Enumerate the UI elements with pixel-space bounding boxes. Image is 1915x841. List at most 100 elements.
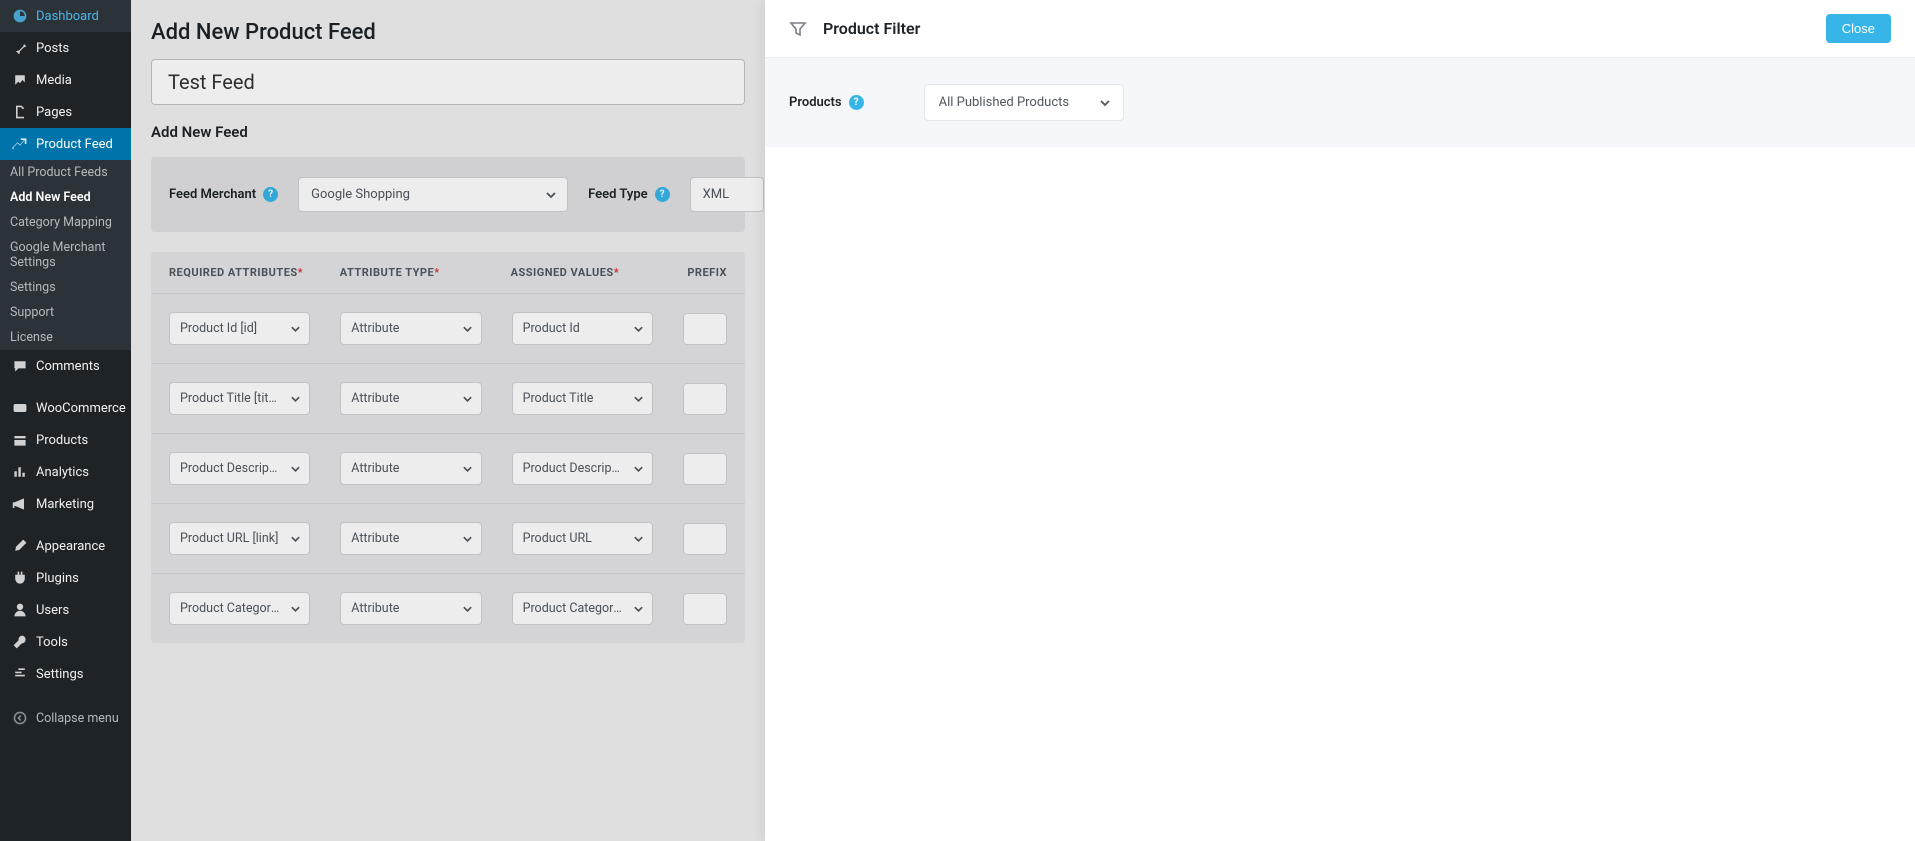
sub-item-category-mapping[interactable]: Category Mapping — [0, 210, 131, 235]
assigned-value-select[interactable]: Product Categories — [512, 592, 653, 625]
comment-icon — [10, 356, 30, 376]
prefix-input[interactable] — [683, 313, 727, 345]
prefix-input[interactable] — [683, 453, 727, 485]
trend-icon — [10, 134, 30, 154]
required-attr-select[interactable]: Product Categories [product_type] — [169, 592, 310, 625]
chevron-down-icon — [290, 463, 301, 474]
attr-type-select[interactable]: Attribute — [340, 382, 481, 415]
chevron-down-icon — [633, 393, 644, 404]
sidebar-item-comments[interactable]: Comments — [0, 350, 131, 382]
help-icon[interactable]: ? — [655, 187, 670, 202]
chevron-down-icon — [1099, 97, 1111, 109]
sidebar-label: WooCommerce — [36, 401, 126, 416]
sidebar-item-users[interactable]: Users — [0, 594, 131, 626]
sidebar-item-woocommerce[interactable]: WooCommerce — [0, 392, 131, 424]
collapse-menu-button[interactable]: Collapse menu — [0, 700, 131, 736]
sidebar-item-media[interactable]: Media — [0, 64, 131, 96]
table-row: Product URL [link] Attribute Product URL — [151, 503, 745, 573]
attributes-table: REQUIRED ATTRIBUTES* ATTRIBUTE TYPE* ASS… — [151, 252, 745, 643]
collapse-icon — [10, 708, 30, 728]
required-attr-select[interactable]: Product Id [id] — [169, 312, 310, 345]
sidebar-label: Tools — [36, 635, 68, 650]
sidebar-label: Appearance — [36, 539, 105, 554]
sidebar-label: Pages — [36, 105, 72, 120]
required-attr-select[interactable]: Product Description [description] — [169, 452, 310, 485]
required-attr-select[interactable]: Product URL [link] — [169, 522, 310, 555]
collapse-label: Collapse menu — [36, 711, 119, 726]
help-icon[interactable]: ? — [849, 95, 864, 110]
sidebar-item-marketing[interactable]: Marketing — [0, 488, 131, 520]
sidebar-label: Marketing — [36, 497, 94, 512]
marketing-icon — [10, 494, 30, 514]
prefix-input[interactable] — [683, 383, 727, 415]
sub-item-google-merchant[interactable]: Google Merchant Settings — [0, 235, 131, 275]
chevron-down-icon — [290, 533, 301, 544]
sidebar-submenu: All Product Feeds Add New Feed Category … — [0, 160, 131, 350]
sidebar-item-products[interactable]: Products — [0, 424, 131, 456]
woo-icon — [10, 398, 30, 418]
sidebar-label: Dashboard — [36, 9, 99, 24]
assigned-value-select[interactable]: Product Id — [512, 312, 653, 345]
panel-header: Product Filter Close — [765, 0, 1915, 58]
panel-body: Products ? All Published Products — [765, 58, 1915, 147]
chevron-down-icon — [633, 533, 644, 544]
attr-type-select[interactable]: Attribute — [340, 592, 481, 625]
sidebar-item-posts[interactable]: Posts — [0, 32, 131, 64]
sub-item-add-new-feed[interactable]: Add New Feed — [0, 185, 131, 210]
chevron-down-icon — [462, 603, 473, 614]
feed-type-select[interactable]: XML — [690, 177, 765, 212]
prefix-input[interactable] — [683, 593, 727, 625]
panel-title: Product Filter — [823, 19, 1826, 38]
feed-name-input[interactable]: Test Feed — [151, 59, 745, 105]
products-label: Products ? — [789, 95, 864, 110]
sidebar-item-product-feed[interactable]: Product Feed — [0, 128, 131, 160]
sidebar-item-tools[interactable]: Tools — [0, 626, 131, 658]
chevron-down-icon — [633, 463, 644, 474]
required-attr-select[interactable]: Product Title [title] — [169, 382, 310, 415]
table-row: Product Categories [product_type] Attrib… — [151, 573, 745, 643]
chevron-down-icon — [290, 603, 301, 614]
feed-type-label: Feed Type ? — [588, 187, 670, 202]
sidebar-item-analytics[interactable]: Analytics — [0, 456, 131, 488]
sidebar-item-settings[interactable]: Settings — [0, 658, 131, 690]
sidebar-item-pages[interactable]: Pages — [0, 96, 131, 128]
assigned-value-select[interactable]: Product URL — [512, 522, 653, 555]
sidebar-item-plugins[interactable]: Plugins — [0, 562, 131, 594]
sidebar-label: Product Feed — [36, 137, 113, 152]
admin-sidebar: Dashboard Posts Media Pages Product Feed… — [0, 0, 131, 841]
assigned-value-select[interactable]: Product Description — [512, 452, 653, 485]
chevron-down-icon — [462, 393, 473, 404]
sidebar-item-dashboard[interactable]: Dashboard — [0, 0, 131, 32]
attr-type-select[interactable]: Attribute — [340, 452, 481, 485]
sidebar-label: Users — [36, 603, 69, 618]
pin-icon — [10, 38, 30, 58]
assigned-value-select[interactable]: Product Title — [512, 382, 653, 415]
chevron-down-icon — [290, 393, 301, 404]
sidebar-item-appearance[interactable]: Appearance — [0, 530, 131, 562]
sub-item-settings[interactable]: Settings — [0, 275, 131, 300]
attr-type-select[interactable]: Attribute — [340, 312, 481, 345]
table-header: REQUIRED ATTRIBUTES* ATTRIBUTE TYPE* ASS… — [151, 252, 745, 293]
feed-merchant-select[interactable]: Google Shopping — [298, 177, 568, 212]
table-row: Product Title [title] Attribute Product … — [151, 363, 745, 433]
product-icon — [10, 430, 30, 450]
sidebar-label: Plugins — [36, 571, 79, 586]
settings-icon — [10, 664, 30, 684]
help-icon[interactable]: ? — [263, 187, 278, 202]
feed-merchant-label: Feed Merchant ? — [169, 187, 278, 202]
media-icon — [10, 70, 30, 90]
plugin-icon — [10, 568, 30, 588]
brush-icon — [10, 536, 30, 556]
chevron-down-icon — [633, 603, 644, 614]
sub-item-support[interactable]: Support — [0, 300, 131, 325]
sidebar-label: Analytics — [36, 465, 89, 480]
chevron-down-icon — [462, 533, 473, 544]
products-select[interactable]: All Published Products — [924, 84, 1124, 121]
close-button[interactable]: Close — [1826, 14, 1891, 43]
sub-item-all-feeds[interactable]: All Product Feeds — [0, 160, 131, 185]
attr-type-select[interactable]: Attribute — [340, 522, 481, 555]
chevron-down-icon — [462, 323, 473, 334]
prefix-input[interactable] — [683, 523, 727, 555]
chevron-down-icon — [545, 189, 557, 201]
sub-item-license[interactable]: License — [0, 325, 131, 350]
